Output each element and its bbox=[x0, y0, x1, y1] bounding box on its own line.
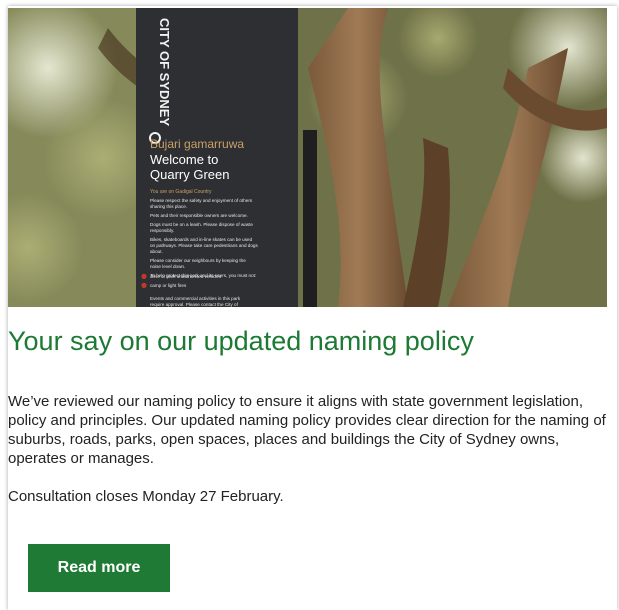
sign-rule-line: Please respect the safety and enjoyment … bbox=[150, 198, 253, 203]
sign-rule-line: about. bbox=[150, 249, 163, 254]
sign-rule-line: Pets and their responsible owners are we… bbox=[150, 213, 248, 218]
no-symbol-icon bbox=[141, 282, 147, 288]
no-symbol-icon bbox=[141, 273, 147, 279]
article-body: We’ve reviewed our naming policy to ensu… bbox=[8, 393, 606, 467]
sign-rule-line: on pathways. Please take care pedestrian… bbox=[150, 243, 258, 248]
read-more-button[interactable]: Read more bbox=[28, 544, 170, 592]
sign-welcome-line1: Welcome to bbox=[150, 152, 218, 167]
sign-country-line: You are on Gadigal Country bbox=[150, 189, 212, 195]
sign-rule-line: sharing this place. bbox=[150, 204, 187, 209]
sign-rule-line: Dogs must be on a leash. Please dispose … bbox=[150, 222, 253, 227]
sign-rule-line: Bikes, skateboards and in-line skates ca… bbox=[150, 237, 253, 242]
consultation-closing-date: Consultation closes Monday 27 February. bbox=[8, 488, 284, 505]
sign-footer-line: require approval. Please contact the Cit… bbox=[150, 302, 239, 307]
city-of-sydney-logo: CITY OF SYDNEY bbox=[157, 18, 172, 126]
sign-rule-line: Please consider our neighbours by keepin… bbox=[150, 258, 246, 263]
sign-rule-line: responsibly. bbox=[150, 228, 174, 233]
sign-welcome-line2: Quarry Green bbox=[150, 167, 229, 182]
hero-image: CITY OF SYDNEY Bujari gamarruwa Welcome … bbox=[8, 8, 607, 307]
article-headline: Your say on our updated naming policy bbox=[8, 326, 474, 356]
sign-footer: Events and commercial activities in this… bbox=[150, 296, 241, 307]
sign-footer-line: Events and commercial activities in this… bbox=[150, 296, 241, 301]
sign-prohibited-item: camp or light fires bbox=[150, 283, 187, 288]
sign-indigenous-title: Bujari gamarruwa bbox=[150, 137, 244, 151]
sign-prohibited-item: drive or park unauthorised vehicles bbox=[150, 274, 222, 279]
sign-rule-line: noise level down. bbox=[150, 264, 185, 269]
